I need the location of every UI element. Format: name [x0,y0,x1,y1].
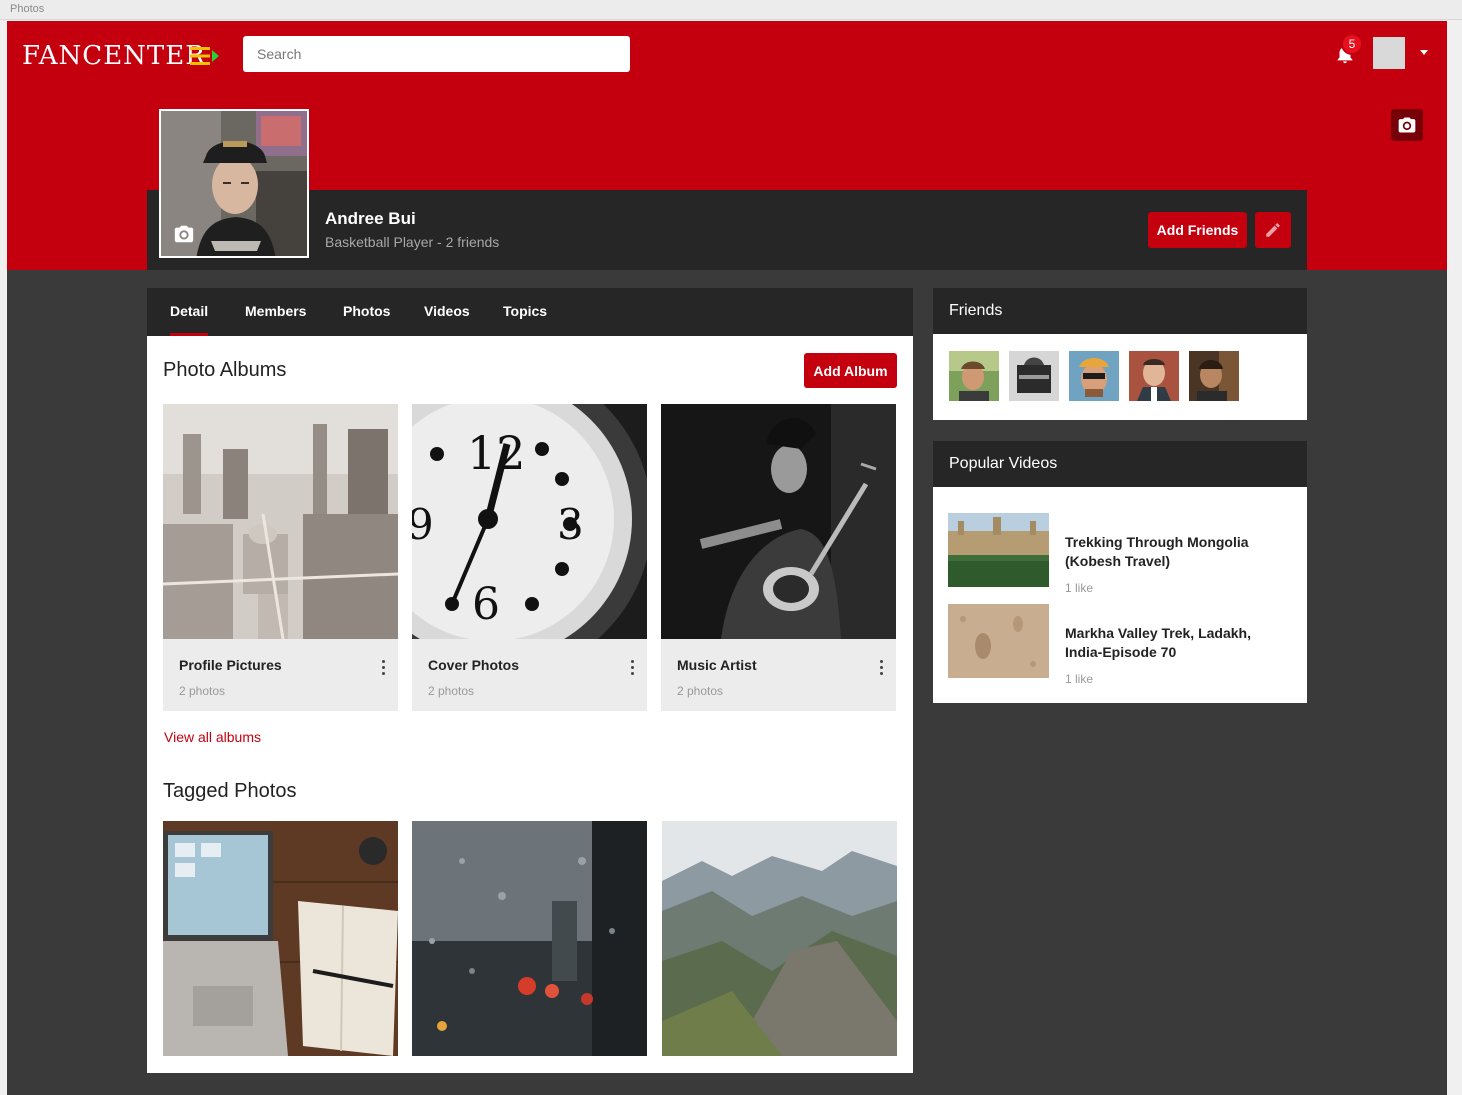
tab-videos[interactable]: Videos [424,288,470,336]
pencil-icon [1266,223,1280,237]
svg-text:3: 3 [557,500,584,549]
tab-topics[interactable]: Topics [503,288,547,336]
album-count: 2 photos [428,684,475,698]
profile-picture[interactable] [159,109,309,258]
tab-members[interactable]: Members [245,288,306,336]
video-thumbnail[interactable] [948,513,1049,587]
profile-bar [147,190,1307,270]
photo-albums-title: Photo Albums [163,359,287,381]
friend-avatar[interactable] [1189,351,1239,401]
user-avatar[interactable] [1373,37,1405,69]
album-count: 2 photos [677,684,724,698]
search-input[interactable] [243,36,630,72]
popular-videos-title: Popular Videos [933,441,1307,487]
caret-down-icon[interactable] [1420,50,1428,55]
window-title: Photos [10,3,45,15]
tab-photos[interactable]: Photos [343,288,390,336]
tagged-photo[interactable] [662,821,897,1056]
popular-videos-panel: Popular Videos Trekking Through Mongolia… [933,441,1307,703]
svg-text:9: 9 [412,500,434,549]
add-friends-button[interactable]: Add Friends [1148,212,1247,248]
video-title[interactable]: Trekking Through Mongolia (Kobesh Travel… [1065,533,1280,571]
camera-icon[interactable] [173,223,195,250]
camera-icon [1398,117,1416,133]
tagged-photo[interactable] [412,821,647,1056]
album-name[interactable]: Profile Pictures [179,657,282,673]
friends-panel: Friends [933,288,1307,420]
album-thumbnail[interactable] [661,404,896,639]
more-vertical-icon[interactable] [878,660,884,678]
album-count: 2 photos [179,684,226,698]
album-thumbnail[interactable] [163,404,398,639]
profile-subtitle: Basketball Player - 2 friends [325,234,500,250]
more-vertical-icon[interactable] [380,660,386,678]
svg-text:6: 6 [472,579,500,630]
album-thumbnail[interactable]: 12 3 6 9 [412,404,647,639]
friend-avatar[interactable] [1009,351,1059,401]
more-vertical-icon[interactable] [629,660,635,678]
logo[interactable]: FANCENTER [22,41,206,71]
svg-text:12: 12 [467,426,526,480]
notification-badge: 5 [1341,33,1363,55]
video-likes: 1 like [1065,672,1094,686]
video-likes: 1 like [1065,581,1094,595]
window-titlebar: Photos [0,0,1462,20]
album-name[interactable]: Cover Photos [428,657,519,673]
app: FANCENTER 5 [7,21,1447,1095]
friends-panel-title: Friends [933,288,1307,334]
cover-camera-button[interactable] [1391,109,1423,141]
menu-icon[interactable] [190,46,220,66]
tagged-photos-title: Tagged Photos [163,780,297,802]
video-title[interactable]: Markha Valley Trek, Ladakh, India-Episod… [1065,624,1280,662]
album-card[interactable]: 12 3 6 9 Cover Photos 2 photos [412,404,647,711]
tab-detail[interactable]: Detail [170,288,209,336]
friend-avatar[interactable] [1069,351,1119,401]
tagged-photo[interactable] [163,821,398,1056]
profile-name: Andree Bui [325,209,416,228]
edit-profile-button[interactable] [1255,212,1291,248]
album-card[interactable]: Music Artist 2 photos [661,404,896,711]
album-name[interactable]: Music Artist [677,657,757,673]
view-all-albums-link[interactable]: View all albums [164,729,261,745]
friend-avatar[interactable] [1129,351,1179,401]
video-thumbnail[interactable] [948,604,1049,678]
add-album-button[interactable]: Add Album [804,353,897,388]
main-content: Detail Members Photos Videos Topics Phot… [147,288,913,1073]
friend-avatar[interactable] [949,351,999,401]
tab-bar: Detail Members Photos Videos Topics [147,288,913,336]
album-card[interactable]: Profile Pictures 2 photos [163,404,398,711]
